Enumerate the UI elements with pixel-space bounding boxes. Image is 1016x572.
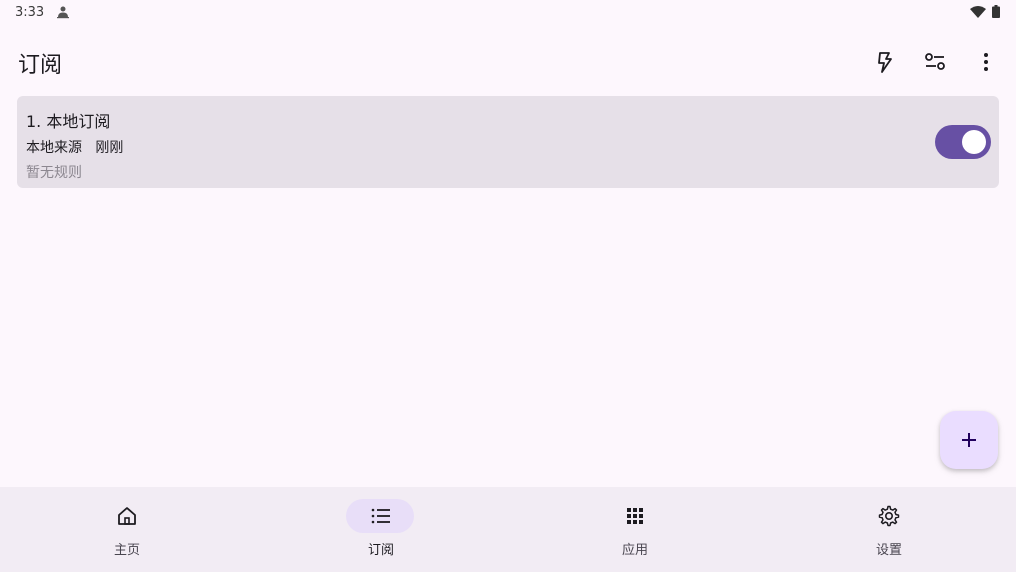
- app-bar: 订阅: [0, 34, 1016, 90]
- nav-item-home[interactable]: 主页: [0, 487, 254, 572]
- settings-icon: [878, 505, 900, 527]
- subscription-toggle[interactable]: [935, 125, 991, 159]
- person-icon: [57, 6, 69, 19]
- subscription-title: 1. 本地订阅: [26, 112, 111, 131]
- subscription-source: 本地来源: [26, 140, 82, 156]
- nav-label-subscription: 订阅: [367, 543, 394, 558]
- subscription-card[interactable]: 1. 本地订阅 本地来源 刚刚 暂无规则: [17, 96, 999, 188]
- bottom-nav: 主页 订阅 应用 设置: [0, 487, 1016, 572]
- filter-button[interactable]: [915, 42, 955, 82]
- apps-grid-icon: [627, 508, 643, 524]
- subscription-rules: 暂无规则: [26, 165, 82, 181]
- home-icon: [118, 507, 136, 525]
- subscription-meta: 本地来源 刚刚: [26, 137, 123, 157]
- status-bar: 3:33: [0, 0, 1016, 26]
- screen: 3:33 订阅 1. 本地订阅 本地来源 刚刚 暂无规则 主页 订阅 应用 设置: [0, 0, 1016, 572]
- flash-icon: [878, 52, 892, 73]
- more-options-button[interactable]: [966, 42, 1006, 82]
- wifi-icon: [970, 6, 986, 18]
- battery-icon: [992, 5, 1000, 18]
- nav-label-apps: 应用: [621, 543, 648, 558]
- more-vert-icon: [984, 53, 988, 71]
- nav-item-settings[interactable]: 设置: [762, 487, 1016, 572]
- add-subscription-button[interactable]: [940, 411, 998, 469]
- nav-item-apps[interactable]: 应用: [508, 487, 762, 572]
- toggle-thumb: [962, 130, 986, 154]
- nav-label-settings: 设置: [875, 543, 902, 558]
- list-icon: [371, 508, 390, 524]
- filter-icon: [925, 53, 945, 70]
- nav-item-subscription[interactable]: 订阅: [254, 487, 508, 572]
- flash-button[interactable]: [865, 42, 905, 82]
- page-title: 订阅: [18, 53, 63, 78]
- subscription-updated: 刚刚: [95, 140, 124, 156]
- status-time: 3:33: [15, 5, 45, 20]
- nav-label-home: 主页: [113, 543, 140, 558]
- add-icon: [962, 433, 976, 447]
